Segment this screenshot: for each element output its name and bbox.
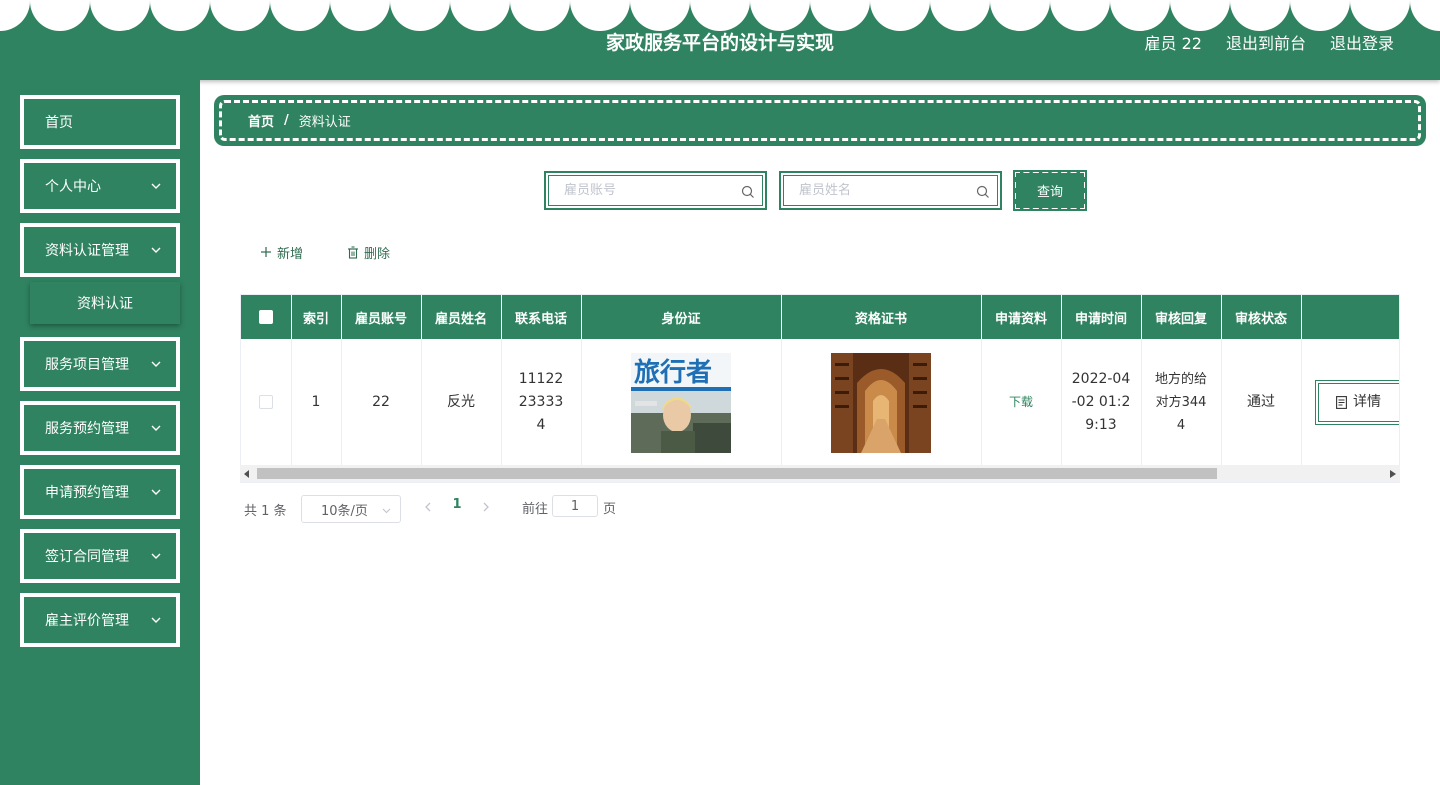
select-all-checkbox[interactable] [258,310,273,324]
logout-link[interactable]: 退出登录 [1330,30,1394,54]
table-row: 1 22 反光 11122233334 旅行者 下载 2022-04-02 01… [241,339,1399,466]
sidebar-item-label: 服务项目管理 [45,357,129,373]
column-header-actions [1301,295,1399,339]
cell-apply-time: 2022-04-02 01:29:13 [1061,339,1142,466]
select-all-cell [241,295,292,339]
page-size-value: 10条/页 [321,503,368,519]
sidebar-item-credential-management[interactable]: 资料认证管理 [20,223,180,277]
prev-page-icon[interactable] [423,500,433,514]
chevron-down-icon [382,508,391,514]
current-user-label: 雇员 22 [1144,34,1202,53]
account-search-box [544,171,767,210]
trash-icon [348,245,358,259]
table-horizontal-scrollbar[interactable] [240,465,1400,482]
sidebar-item-personal-center[interactable]: 个人中心 [20,159,180,213]
chevron-down-icon [151,553,161,559]
pagination-total: 共 1 条 [244,503,287,519]
sidebar-item-label: 签订合同管理 [45,549,129,565]
plus-icon [261,247,271,257]
chevron-down-icon [151,425,161,431]
delete-button-label: 删除 [364,246,391,262]
sidebar-item-service-items[interactable]: 服务项目管理 [20,337,180,391]
document-icon [1336,396,1347,409]
column-header: 联系电话 [501,295,582,339]
certificate-image[interactable] [831,352,931,453]
column-header: 审核状态 [1221,295,1302,339]
add-button-label: 新增 [277,246,304,262]
id-card-image[interactable]: 旅行者 [631,352,731,453]
next-page-icon[interactable] [481,500,491,514]
download-material-link[interactable]: 下载 [1009,395,1033,409]
detail-button-label: 详情 [1353,394,1381,410]
account-search-input[interactable] [549,176,762,205]
column-header: 雇员账号 [341,295,422,339]
sidebar-item-label: 首页 [45,115,73,131]
magazine-title-text: 旅行者 [634,357,712,388]
breadcrumb-current: 资料认证 [298,115,351,130]
sidebar-item-label: 服务预约管理 [45,421,129,437]
goto-label: 前往 [522,502,549,517]
column-header: 身份证 [581,295,782,339]
top-header: 家政服务平台的设计与实现 雇员 22 退出到前台 退出登录 [0,0,1440,80]
detail-button[interactable]: 详情 [1314,380,1399,425]
cell-name: 反光 [421,339,502,466]
cell-phone: 11122233334 [501,339,582,466]
column-header: 申请资料 [981,295,1062,339]
sidebar-item-label: 雇主评价管理 [45,613,129,629]
sidebar-subitem-credential[interactable]: 资料认证 [30,282,180,324]
sidebar-item-service-booking[interactable]: 服务预约管理 [20,401,180,455]
page-number-current[interactable]: 1 [449,497,465,512]
scroll-left-arrow-icon[interactable] [244,470,250,478]
sidebar-item-label: 个人中心 [45,179,101,195]
goto-page-input[interactable] [552,495,598,517]
header-user-menu: 雇员 22 退出到前台 退出登录 [1145,30,1394,54]
name-search-box [779,171,1002,210]
scallop-decoration [0,0,1440,31]
chevron-down-icon [151,247,161,253]
goto-suffix: 页 [603,502,617,517]
row-checkbox[interactable] [258,395,273,409]
scroll-right-arrow-icon[interactable] [1390,470,1396,478]
sidebar-item-employer-review[interactable]: 雇主评价管理 [20,593,180,647]
column-header: 申请时间 [1061,295,1142,339]
chevron-down-icon [151,489,161,495]
search-icon [741,185,754,198]
column-header: 索引 [291,295,342,339]
breadcrumb-separator: / [284,113,289,128]
chevron-down-icon [151,183,161,189]
query-button[interactable]: 查询 [1013,170,1087,211]
search-icon [976,185,989,198]
sidebar-item-label: 资料认证管理 [45,243,129,259]
chevron-down-icon [151,617,161,623]
column-header: 资格证书 [781,295,982,339]
exit-to-front-link[interactable]: 退出到前台 [1226,30,1306,54]
cell-index: 1 [291,339,342,466]
sidebar-item-contract[interactable]: 签订合同管理 [20,529,180,583]
cell-review-status: 通过 [1221,339,1302,466]
delete-button[interactable]: 删除 [347,241,390,263]
sidebar-item-label: 申请预约管理 [45,485,129,501]
scrollbar-thumb[interactable] [257,468,1217,479]
name-search-input[interactable] [784,176,997,205]
table-header-row: 索引 雇员账号 雇员姓名 联系电话 身份证 资格证书 申请资料 申请时间 审核回… [241,295,1399,339]
sidebar-item-home[interactable]: 首页 [20,95,180,149]
sidebar: 首页 个人中心 资料认证管理 资料认证 服务项目管理 服务预约管理 申请预约管理… [0,80,200,785]
add-button[interactable]: 新增 [260,241,303,263]
credential-table: 索引 雇员账号 雇员姓名 联系电话 身份证 资格证书 申请资料 申请时间 审核回… [240,294,1400,483]
breadcrumb-home[interactable]: 首页 [248,111,274,130]
cell-review-reply: 地方的给对方3444 [1141,339,1222,466]
column-header: 审核回复 [1141,295,1222,339]
sidebar-item-apply-booking[interactable]: 申请预约管理 [20,465,180,519]
column-header: 雇员姓名 [421,295,502,339]
page-size-select[interactable]: 10条/页 [301,495,401,523]
cell-account: 22 [341,339,422,466]
breadcrumb: 首页 / 资料认证 [214,95,1426,146]
chevron-down-icon [151,361,161,367]
